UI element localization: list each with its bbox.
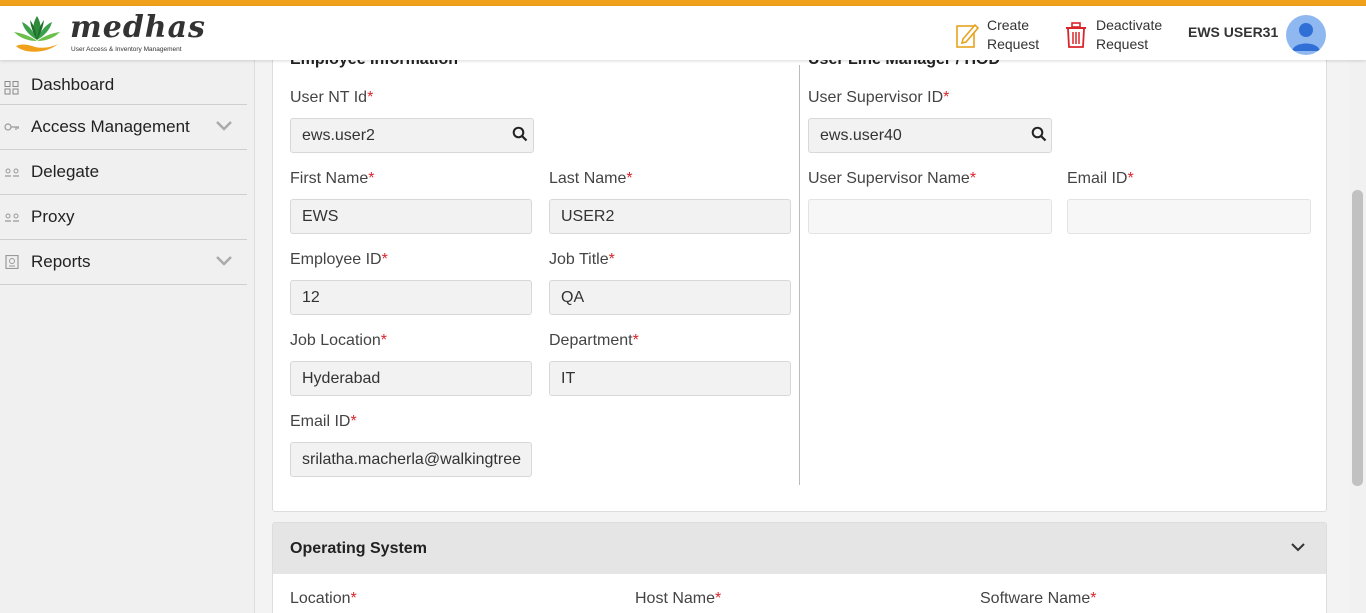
- app-header: medhas User Access & Inventory Managemen…: [0, 6, 1366, 60]
- scrollbar-thumb[interactable]: [1352, 190, 1363, 486]
- job-title-input[interactable]: QA: [549, 280, 791, 315]
- nt-id-input[interactable]: ews.user2: [290, 118, 534, 153]
- os-location-label: Location*: [290, 590, 357, 607]
- job-location-label: Job Location*: [290, 332, 387, 349]
- grid-icon: [4, 81, 19, 95]
- first-name-input[interactable]: EWS: [290, 199, 532, 234]
- current-username[interactable]: EWS USER31: [1188, 24, 1278, 40]
- section-divider: [799, 65, 800, 485]
- user-details-card: Employee Information User NT Id* ews.use…: [272, 50, 1327, 512]
- trash-icon: [1066, 22, 1086, 48]
- employee-id-label: Employee ID*: [290, 251, 388, 268]
- medhas-logo[interactable]: medhas User Access & Inventory Managemen…: [10, 8, 205, 58]
- supervisor-email-label: Email ID*: [1067, 170, 1134, 187]
- last-name-label: Last Name*: [549, 170, 633, 187]
- deactivate-request-label-1: Deactivate: [1096, 17, 1163, 33]
- create-request-label-2: Request: [987, 36, 1040, 52]
- supervisor-name-label: User Supervisor Name*: [808, 170, 977, 187]
- page-scrollbar[interactable]: [1349, 60, 1366, 613]
- sidebar-item-label: Proxy: [31, 207, 75, 226]
- operating-system-header[interactable]: Operating System: [273, 523, 1326, 574]
- proxy-icon: [5, 213, 19, 222]
- delegate-icon: [5, 168, 19, 177]
- department-label: Department*: [549, 332, 639, 349]
- create-request-label-1: Create: [987, 17, 1030, 33]
- operating-system-title: Operating System: [290, 540, 427, 557]
- main-content: Employee Information User NT Id* ews.use…: [256, 50, 1349, 613]
- email-id-input[interactable]: srilatha.macherla@walkingtree: [290, 442, 532, 477]
- supervisor-name-input[interactable]: [808, 199, 1052, 234]
- deactivate-request-button[interactable]: Deactivate Request: [1064, 16, 1162, 54]
- employee-id-input[interactable]: 12: [290, 280, 532, 315]
- brand-tagline: User Access & Inventory Management: [71, 46, 182, 53]
- first-name-label: First Name*: [290, 170, 375, 187]
- edit-document-icon: [956, 23, 979, 48]
- supervisor-id-label: User Supervisor ID*: [808, 89, 950, 106]
- os-software-name-label: Software Name*: [980, 590, 1097, 607]
- sidebar-item-label: Access Management: [31, 117, 190, 136]
- user-avatar[interactable]: [1286, 15, 1326, 55]
- sidebar-item-reports[interactable]: Reports: [0, 240, 247, 285]
- deactivate-request-label-2: Request: [1096, 36, 1149, 52]
- sidebar-item-label: Delegate: [31, 162, 100, 181]
- user-avatar-icon: [1292, 23, 1320, 51]
- sidebar-nav: Dashboard Access Management Delegate Pro…: [0, 60, 255, 613]
- search-icon[interactable]: [512, 126, 528, 142]
- supervisor-id-input[interactable]: ews.user40: [808, 118, 1052, 153]
- department-input[interactable]: IT: [549, 361, 791, 396]
- key-icon: [4, 123, 19, 131]
- chevron-down-icon[interactable]: [1290, 541, 1306, 553]
- job-location-input[interactable]: Hyderabad: [290, 361, 532, 396]
- job-title-label: Job Title*: [549, 251, 615, 268]
- sidebar-item-access-management[interactable]: Access Management: [0, 105, 247, 150]
- sidebar-item-label: Reports: [31, 252, 91, 271]
- chevron-down-icon[interactable]: [215, 254, 233, 268]
- nt-id-label: User NT Id*: [290, 89, 374, 106]
- sidebar-item-proxy[interactable]: Proxy: [0, 195, 247, 240]
- last-name-input[interactable]: USER2: [549, 199, 791, 234]
- chevron-down-icon[interactable]: [215, 119, 233, 133]
- operating-system-panel: Operating System Location* Host Name* So…: [272, 522, 1327, 613]
- sidebar-item-delegate[interactable]: Delegate: [0, 150, 247, 195]
- search-icon[interactable]: [1031, 126, 1047, 142]
- os-host-name-label: Host Name*: [635, 590, 722, 607]
- email-id-label: Email ID*: [290, 413, 357, 430]
- sidebar-item-dashboard[interactable]: Dashboard: [0, 60, 247, 105]
- lotus-logo-icon: [14, 16, 60, 52]
- create-request-button[interactable]: Create Request: [955, 16, 1039, 54]
- report-icon: [5, 255, 19, 269]
- sidebar-item-label: Dashboard: [31, 75, 115, 94]
- supervisor-email-input[interactable]: [1067, 199, 1311, 234]
- brand-name: medhas: [70, 10, 206, 45]
